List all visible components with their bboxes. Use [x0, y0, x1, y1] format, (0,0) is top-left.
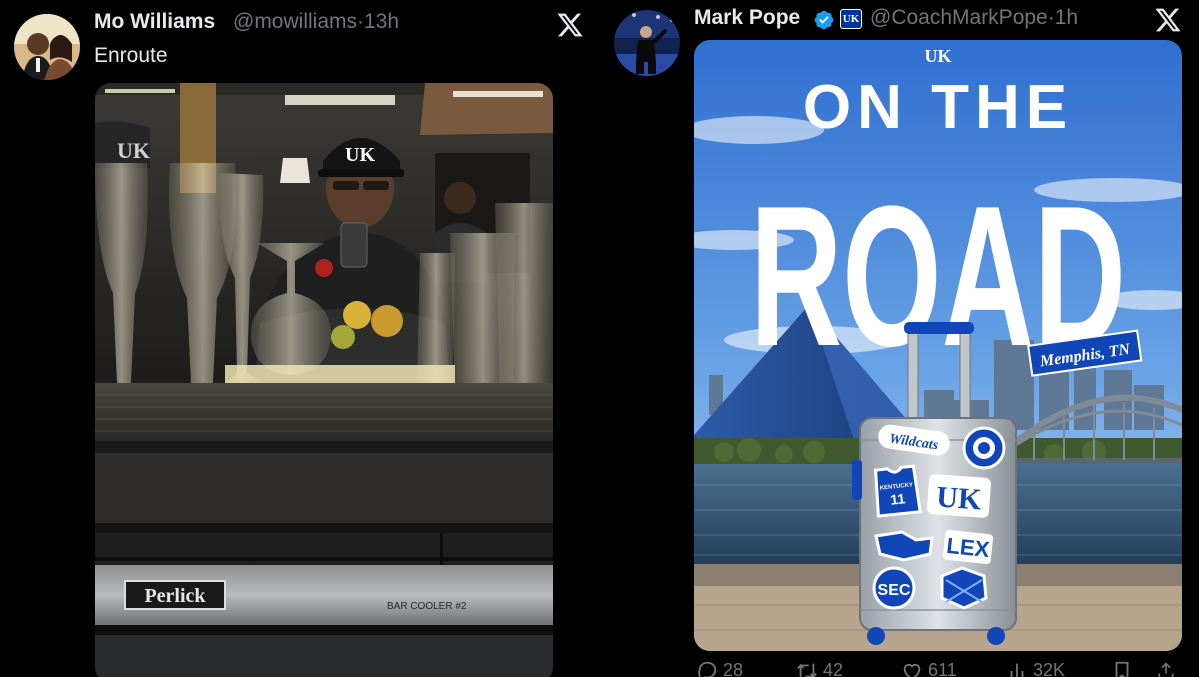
share-button[interactable] [1156, 660, 1176, 677]
handle-text[interactable]: @mowilliams [233, 10, 357, 33]
x-logo-icon[interactable] [1154, 6, 1182, 34]
tweet-photo-bar[interactable]: UK UK Perlick BAR COOLER #2 [95, 83, 553, 677]
like-count: 611 [928, 660, 957, 677]
tweet-card-mo-williams: Mo Williams @mowilliams·13h Enroute UK U… [0, 0, 600, 677]
svg-text:UK: UK [117, 138, 150, 163]
tweet-graphic-on-the-road[interactable]: UK ON THE ROAD Memphis, TN Wildcats KENT… [694, 40, 1182, 651]
sticker-jersey: KENTUCKY 11 [874, 464, 922, 518]
svg-text:LEX: LEX [945, 533, 990, 562]
tweet-card-mark-pope: Mark Pope UK @CoachMarkPope·1h UK ON THE… [600, 0, 1199, 677]
author-handle[interactable]: @mowilliams·13h [233, 10, 399, 34]
cooler-label: BAR COOLER #2 [387, 601, 467, 612]
handle-text[interactable]: @CoachMarkPope [870, 6, 1048, 29]
perlick-brand-plate: Perlick [144, 585, 206, 607]
uk-logo: UK [925, 46, 952, 66]
bookmark-icon [1115, 662, 1129, 677]
sticker-uk: UK [927, 474, 991, 518]
x-logo-icon[interactable] [556, 11, 584, 39]
repost-count: 42 [823, 660, 844, 677]
bookmark-button[interactable] [1111, 660, 1133, 677]
author-handle[interactable]: @CoachMarkPope·1h [870, 6, 1078, 30]
heart-icon [903, 664, 921, 677]
reply-icon [698, 662, 717, 677]
headline-on-the: ON THE [803, 73, 1073, 142]
avatar[interactable] [614, 10, 680, 76]
avatar[interactable] [14, 14, 80, 80]
timestamp[interactable]: 13h [364, 10, 399, 33]
svg-text:11: 11 [890, 490, 907, 507]
like-button[interactable]: 611 [901, 660, 957, 677]
reply-button[interactable]: 28 [696, 660, 743, 677]
author-name[interactable]: Mo Williams [94, 10, 215, 34]
svg-text:UK: UK [935, 480, 983, 516]
views-icon [1010, 663, 1024, 677]
tweet-text: Enroute [94, 44, 168, 67]
sticker-sec: SEC [872, 566, 916, 610]
timestamp[interactable]: 1h [1055, 6, 1078, 29]
affiliate-badge[interactable]: UK [840, 9, 862, 29]
views-button[interactable]: 32K [1006, 660, 1065, 677]
repost-icon [797, 663, 817, 677]
cap-uk-logo: UK [345, 144, 375, 166]
author-name[interactable]: Mark Pope [694, 6, 800, 30]
repost-button[interactable]: 42 [796, 660, 843, 677]
sticker-lex: LEX [942, 529, 994, 565]
separator-dot: · [1047, 6, 1055, 29]
svg-text:SEC: SEC [878, 582, 911, 599]
share-icon [1158, 662, 1174, 677]
verified-badge-icon [813, 9, 835, 31]
views-count: 32K [1033, 660, 1066, 677]
sticker-basketball [940, 566, 988, 610]
reply-count: 28 [723, 660, 744, 677]
sticker-circle-badge [962, 426, 1006, 470]
tweet-action-bar: 28 42 611 32K [696, 660, 1176, 677]
separator-dot: · [357, 10, 364, 33]
